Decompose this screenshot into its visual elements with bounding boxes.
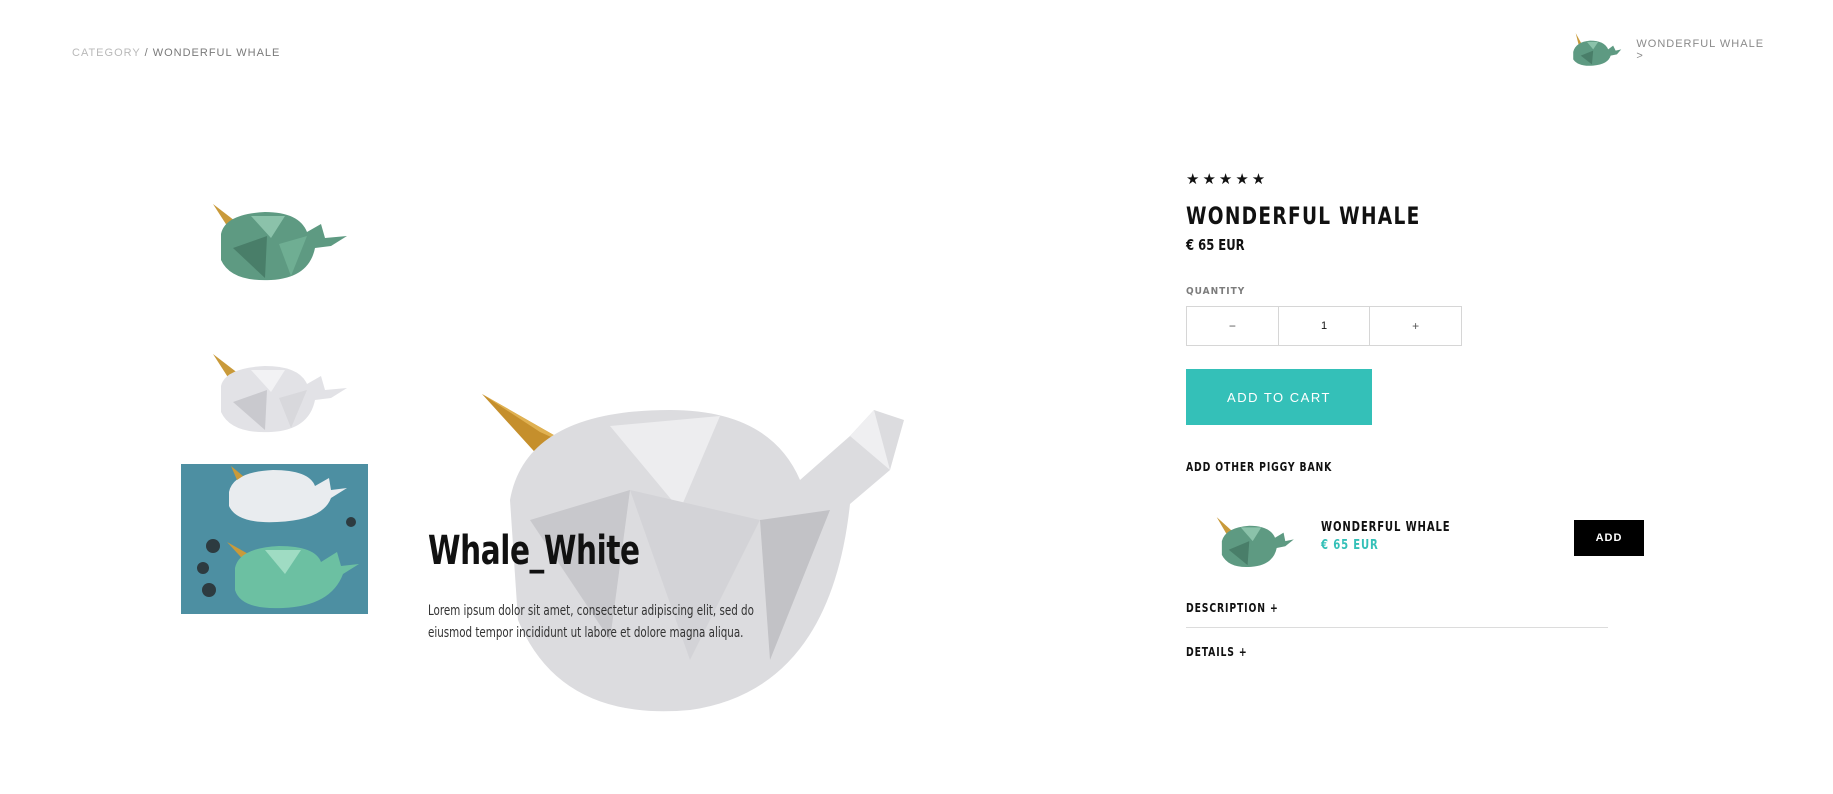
product-accordion: DESCRIPTION + DETAILS + [1186, 598, 1608, 662]
thumbnail-white-whale[interactable] [181, 350, 368, 445]
product-price: € 65 EUR [1186, 236, 1245, 254]
whale-green-icon [1573, 33, 1622, 66]
quantity-increase-button[interactable]: + [1370, 307, 1461, 345]
breadcrumb: CATEGORY / WONDERFUL WHALE [72, 47, 280, 59]
upsell-heading: ADD OTHER PIGGY BANK [1186, 460, 1333, 474]
next-product-link[interactable]: WONDERFUL WHALE > [1562, 26, 1772, 74]
next-product-label: WONDERFUL WHALE > [1636, 38, 1765, 62]
thumbnail-whales-photo[interactable] [181, 464, 368, 614]
breadcrumb-category-link[interactable]: CATEGORY [72, 47, 141, 59]
product-info: ★★★★★ WONDERFUL WHALE € 65 EUR QUANTITY … [1186, 170, 1644, 662]
breadcrumb-current: WONDERFUL WHALE [152, 47, 281, 59]
accordion-divider [1186, 627, 1608, 628]
product-title: WONDERFUL WHALE [1186, 202, 1421, 230]
quantity-stepper: − 1 + [1186, 306, 1462, 346]
rating-stars: ★★★★★ [1186, 171, 1269, 188]
accordion-details-toggle[interactable]: DETAILS + [1186, 642, 1549, 662]
quantity-input[interactable]: 1 [1277, 307, 1371, 345]
gallery-overlay-title: Whale_White [428, 528, 640, 574]
whale-green-icon [213, 204, 347, 281]
add-to-cart-button[interactable]: ADD TO CART [1186, 369, 1372, 425]
gallery-overlay-description: Lorem ipsum dolor sit amet, consectetur … [428, 603, 754, 641]
breadcrumb-separator: / [144, 47, 149, 59]
upsell-item-price: € 65 EUR [1321, 538, 1379, 553]
whale-white-icon [213, 354, 347, 433]
upsell-item-name: WONDERFUL WHALE [1321, 520, 1451, 535]
thumbnail-green-whale[interactable] [181, 188, 368, 298]
whales-photo-icon [181, 464, 368, 614]
accordion-description-toggle[interactable]: DESCRIPTION + [1186, 598, 1549, 618]
quantity-decrease-button[interactable]: − [1187, 307, 1278, 345]
upsell-add-button[interactable]: ADD [1574, 520, 1644, 556]
quantity-label: QUANTITY [1186, 286, 1246, 297]
upsell-item: WONDERFUL WHALE € 65 EUR ADD [1186, 512, 1644, 582]
whale-green-icon [1216, 517, 1294, 568]
